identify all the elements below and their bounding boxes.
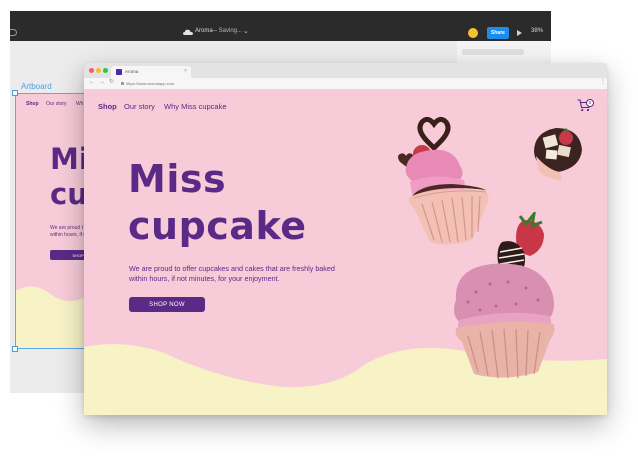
play-icon[interactable] [517,30,522,36]
reload-icon[interactable]: ↻ [109,79,114,85]
cart-count-badge: 0 [586,99,594,107]
hero-description-line-2: within hours, if not minutes, for your e… [129,274,280,283]
artboard-nav-shop: Shop [26,101,39,107]
back-icon[interactable]: ← [89,79,95,85]
nav-shop[interactable]: Shop [98,102,117,111]
zoom-level[interactable]: 38% [531,28,543,34]
more-options-icon[interactable]: ⋮ [600,79,606,85]
hero-description-line-1: We are proud to offer cupcakes and cakes… [129,264,335,273]
chevron-down-icon[interactable]: ⌄ [243,28,249,35]
forward-icon[interactable]: → [99,79,105,85]
hero-title-line-1: Miss [128,157,227,201]
maximize-window-button[interactable] [103,68,108,73]
resize-handle[interactable] [12,346,18,352]
cloud-icon [183,29,193,35]
panel-toggle-icon[interactable] [10,29,17,36]
lock-icon [121,82,124,85]
share-button[interactable]: Share [487,27,509,39]
favicon-icon [116,69,122,75]
artboard-wave [15,286,85,349]
cupcake-chocolate-image [534,128,582,180]
avatar[interactable] [468,28,478,38]
screenshot-stage: Aroma — Saving... ⌄ Share 38% Artboard S… [0,0,638,470]
shop-now-button[interactable]: SHOP NOW [129,297,205,312]
resize-handle[interactable] [12,90,18,96]
artboard-nav-why: Wh [76,101,84,107]
artboard-nav-our-story: Our story [46,101,67,107]
hero-title-line-2: cupcake [128,204,307,248]
nav-our-story[interactable]: Our story [124,102,155,111]
artboard-title-line-2: cu [50,177,88,211]
url-field[interactable]: https://www.aromaapp.com [126,81,174,86]
nav-why-miss-cupcake[interactable]: Why Miss cupcake [164,102,227,111]
inspector-field [462,49,524,55]
cupcake-strawberry-image [454,212,555,379]
browser-tab-title: Aroma [125,69,139,74]
close-window-button[interactable] [89,68,94,73]
artboard-title-line-1: Mi [50,142,89,176]
save-status: — Saving... [211,28,243,34]
minimize-window-button[interactable] [96,68,101,73]
artboard-label[interactable]: Artboard [21,82,52,91]
browser-tab[interactable] [111,66,191,78]
artboard-text-line-1: We are proud t [50,225,83,231]
artboard-text-line-2: within hours, if n [50,232,87,238]
close-icon[interactable]: × [184,68,187,74]
